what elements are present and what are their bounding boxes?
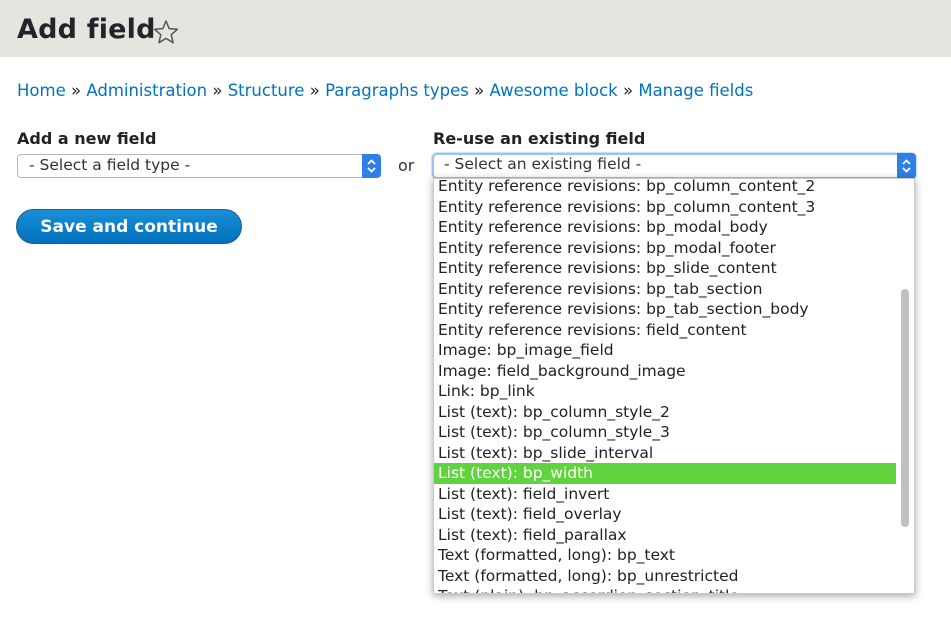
- breadcrumb-structure[interactable]: Structure: [228, 81, 305, 100]
- option[interactable]: List (text): field_parallax: [434, 525, 896, 546]
- field-type-select[interactable]: - Select a field type -: [17, 154, 381, 178]
- breadcrumb: Home » Administration » Structure » Para…: [17, 81, 753, 100]
- option[interactable]: List (text): bp_slide_interval: [434, 443, 896, 464]
- option[interactable]: Image: bp_image_field: [434, 340, 896, 361]
- option[interactable]: Text (formatted, long): bp_unrestricted: [434, 566, 896, 587]
- breadcrumb-manage-fields[interactable]: Manage fields: [638, 81, 753, 100]
- breadcrumb-administration[interactable]: Administration: [86, 81, 207, 100]
- breadcrumb-awesome-block[interactable]: Awesome block: [490, 81, 618, 100]
- option[interactable]: List (text): field_invert: [434, 484, 896, 505]
- option[interactable]: List (text): field_overlay: [434, 504, 896, 525]
- page-header: Add field: [0, 0, 951, 57]
- option[interactable]: Entity reference revisions: bp_column_co…: [434, 179, 896, 197]
- option[interactable]: Entity reference revisions: field_conten…: [434, 320, 896, 341]
- option-list: Entity reference revisions: bp_column_co…: [434, 179, 896, 593]
- new-field-label: Add a new field: [17, 129, 157, 148]
- option[interactable]: Text (plain): bp_accordion_section_title: [434, 586, 896, 593]
- option[interactable]: Text (formatted, long): bp_text: [434, 545, 896, 566]
- existing-field-label: Re-use an existing field: [433, 129, 646, 148]
- option[interactable]: Entity reference revisions: bp_column_co…: [434, 197, 896, 218]
- select-arrows-icon: [362, 154, 381, 178]
- save-and-continue-button[interactable]: Save and continue: [16, 209, 242, 244]
- breadcrumb-separator: »: [309, 81, 320, 100]
- breadcrumb-separator: »: [474, 81, 485, 100]
- option-highlighted[interactable]: List (text): bp_width: [434, 463, 896, 484]
- scrollbar[interactable]: [899, 179, 911, 593]
- option[interactable]: Entity reference revisions: bp_tab_secti…: [434, 279, 896, 300]
- page-title: Add field: [17, 14, 156, 45]
- existing-field-select[interactable]: - Select an existing field -: [432, 153, 916, 179]
- breadcrumb-separator: »: [70, 81, 82, 100]
- star-icon[interactable]: [153, 19, 179, 45]
- option[interactable]: Entity reference revisions: bp_tab_secti…: [434, 299, 896, 320]
- existing-field-select-value: - Select an existing field -: [444, 155, 642, 173]
- option[interactable]: List (text): bp_column_style_3: [434, 422, 896, 443]
- breadcrumb-separator: »: [212, 81, 223, 100]
- existing-field-dropdown[interactable]: Entity reference revisions: bp_column_co…: [433, 178, 915, 594]
- field-type-select-value: - Select a field type -: [29, 156, 191, 174]
- option[interactable]: Entity reference revisions: bp_modal_foo…: [434, 238, 896, 259]
- breadcrumb-separator: »: [622, 81, 634, 100]
- option[interactable]: Image: field_background_image: [434, 361, 896, 382]
- or-separator: or: [398, 156, 415, 175]
- select-arrows-icon: [897, 153, 916, 179]
- option[interactable]: Link: bp_link: [434, 381, 896, 402]
- option[interactable]: Entity reference revisions: bp_modal_bod…: [434, 217, 896, 238]
- option[interactable]: List (text): bp_column_style_2: [434, 402, 896, 423]
- option[interactable]: Entity reference revisions: bp_slide_con…: [434, 258, 896, 279]
- scrollbar-thumb[interactable]: [901, 289, 909, 527]
- breadcrumb-paragraphs-types[interactable]: Paragraphs types: [325, 81, 469, 100]
- breadcrumb-home[interactable]: Home: [17, 81, 66, 100]
